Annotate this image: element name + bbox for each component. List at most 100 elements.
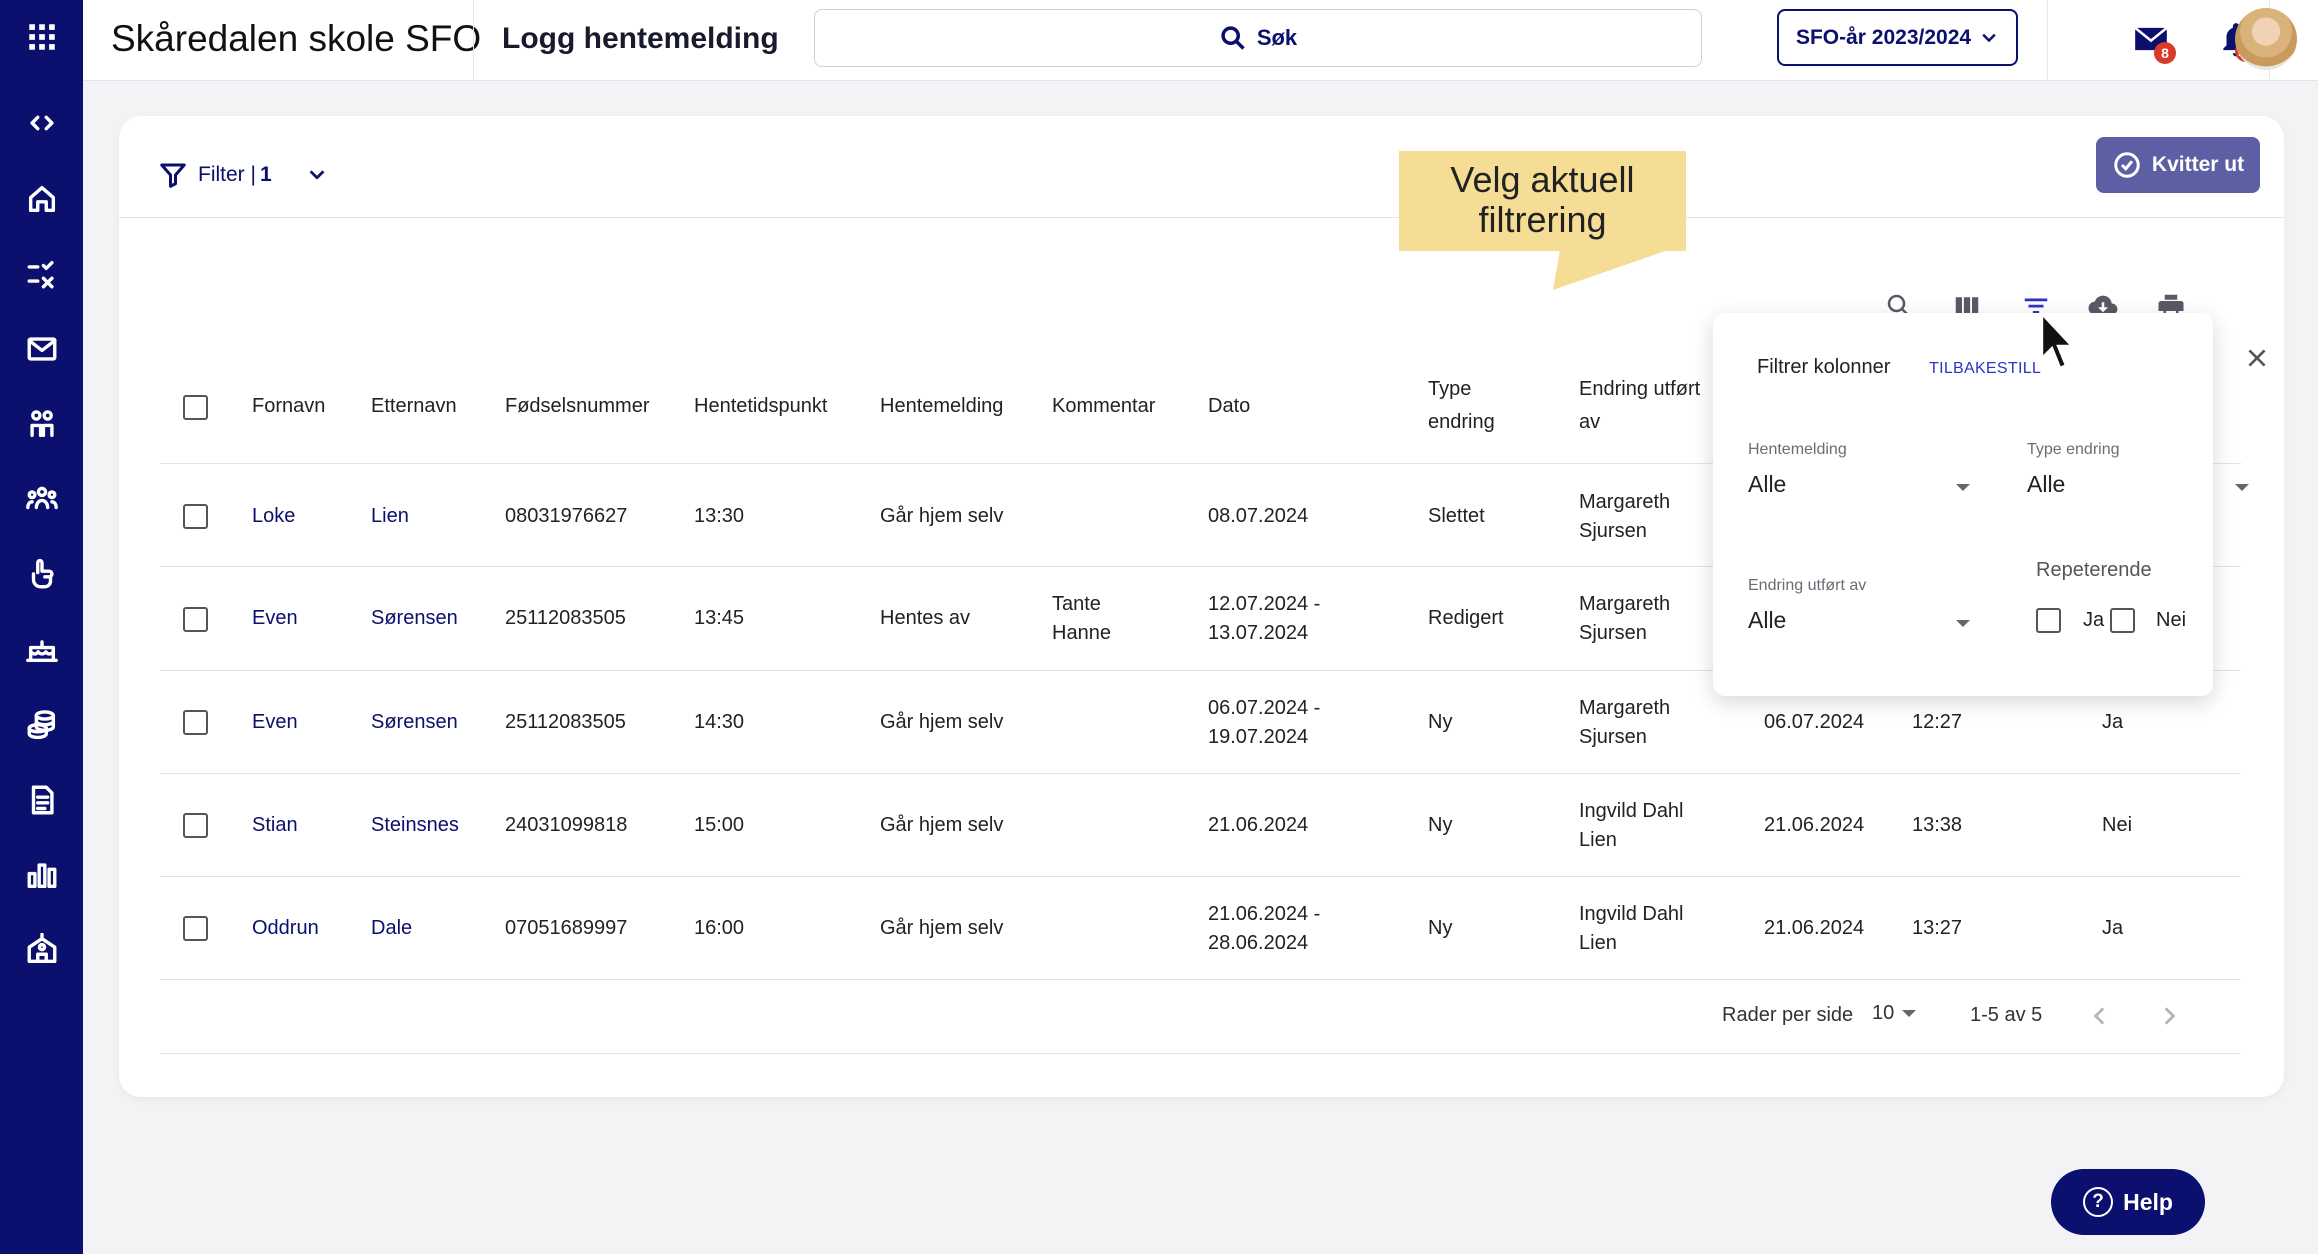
col-header-kommentar[interactable]: Kommentar bbox=[1052, 392, 1155, 421]
type-endring-filter-label: Type endring bbox=[2027, 441, 2120, 458]
avatar[interactable] bbox=[2235, 8, 2297, 70]
bar-chart-icon[interactable] bbox=[0, 850, 83, 900]
col-header-fodselsnummer[interactable]: Fødselsnummer bbox=[505, 392, 649, 421]
cell-hentemelding: Går hjem selv bbox=[880, 917, 1004, 939]
row-checkbox[interactable] bbox=[183, 916, 208, 941]
kvitter-ut-button[interactable]: Kvitter ut bbox=[2096, 137, 2260, 193]
cake-icon[interactable] bbox=[0, 624, 83, 674]
cell-type-endring: Ny bbox=[1428, 917, 1453, 939]
endring-utfort-filter-select[interactable]: Alle bbox=[1748, 607, 1786, 634]
mail-icon[interactable] bbox=[0, 324, 83, 374]
row-divider bbox=[160, 876, 2241, 877]
row-checkbox[interactable] bbox=[183, 607, 208, 632]
search-input[interactable]: Søk bbox=[814, 9, 1702, 67]
col-header-type-endring[interactable]: Type endring bbox=[1428, 375, 1495, 437]
cell-fornavn[interactable]: Even bbox=[252, 604, 298, 633]
apps-grid-icon[interactable] bbox=[0, 12, 83, 62]
year-selector-label: SFO-år 2023/2024 bbox=[1795, 25, 1972, 49]
cell-hentemelding: Går hjem selv bbox=[880, 814, 1004, 836]
col-header-endring-utfort-line1: Endring utført bbox=[1579, 378, 1701, 400]
card-divider bbox=[119, 217, 2284, 218]
hand-icon[interactable] bbox=[0, 549, 83, 599]
cell-etternavn[interactable]: Sørensen bbox=[371, 604, 458, 633]
reset-filters-button[interactable]: TILBAKESTILL bbox=[1929, 360, 2041, 378]
cell-fodselsnummer: 25112083505 bbox=[505, 607, 626, 629]
mail-badge: 8 bbox=[2154, 42, 2176, 64]
col-header-hentetidspunkt[interactable]: Hentetidspunkt bbox=[694, 392, 827, 421]
row-divider bbox=[160, 979, 2241, 980]
filter-count: 1 bbox=[259, 163, 272, 186]
cell-kommentar-line1: Tante bbox=[1052, 593, 1101, 615]
cell-etternavn[interactable]: Sørensen bbox=[371, 708, 458, 737]
check-circle-icon bbox=[2114, 152, 2140, 178]
filter-toggle[interactable]: Filter | 1 bbox=[158, 150, 328, 200]
col-header-hentemelding[interactable]: Hentemelding bbox=[880, 392, 1003, 421]
cell-endring-utfort: Margareth Sjursen bbox=[1579, 488, 1670, 546]
cell-etternavn[interactable]: Lien bbox=[371, 502, 409, 531]
select-all-checkbox[interactable] bbox=[183, 395, 208, 420]
cell-type-endring: Ny bbox=[1428, 711, 1453, 733]
funnel-icon bbox=[160, 163, 186, 188]
school-icon[interactable] bbox=[0, 925, 83, 975]
help-label: Help bbox=[2123, 1188, 2173, 1215]
cell-fornavn[interactable]: Stian bbox=[252, 811, 298, 840]
coins-icon[interactable] bbox=[0, 699, 83, 749]
code-arrows-icon[interactable] bbox=[0, 98, 83, 148]
cell-kommentar-line2: Hanne bbox=[1052, 622, 1111, 644]
search-icon bbox=[1221, 26, 1245, 50]
cell-etternavn[interactable]: Dale bbox=[371, 914, 412, 943]
hentemelding-filter-select[interactable]: Alle bbox=[1748, 471, 1786, 498]
repeterende-nei-checkbox[interactable] bbox=[2110, 608, 2135, 633]
cell-endring-utfort-line1: Margareth bbox=[1579, 593, 1671, 615]
cell-dato-line2: 13.07.2024 bbox=[1208, 622, 1309, 644]
cell-endring-utfort: Margareth Sjursen bbox=[1579, 694, 1670, 752]
caret-down-icon bbox=[1956, 620, 1970, 627]
cell-endret-dato: 21.06.2024 bbox=[1764, 917, 1865, 939]
rows-per-page-select[interactable]: 10 bbox=[1872, 1002, 1917, 1025]
home-icon[interactable] bbox=[0, 174, 83, 224]
document-icon[interactable] bbox=[0, 775, 83, 825]
hentemelding-filter-label: Hentemelding bbox=[1748, 441, 1847, 458]
mail-button[interactable]: 8 bbox=[2132, 20, 2176, 64]
cell-endring-utfort-line2: Sjursen bbox=[1579, 520, 1647, 542]
cell-type-endring: Redigert bbox=[1428, 607, 1504, 629]
help-button[interactable]: ? Help bbox=[2051, 1169, 2205, 1235]
cell-fornavn[interactable]: Even bbox=[252, 708, 298, 737]
cell-endring-utfort-line1: Margareth bbox=[1579, 697, 1671, 719]
col-header-endring-utfort[interactable]: Endring utført av bbox=[1579, 375, 1700, 437]
checklist-icon[interactable] bbox=[0, 249, 83, 299]
cell-dato: 08.07.2024 bbox=[1208, 505, 1309, 527]
cell-hentetidspunkt: 13:45 bbox=[694, 607, 745, 629]
pagination-range: 1-5 av 5 bbox=[1970, 1004, 2043, 1026]
repeterende-ja-checkbox[interactable] bbox=[2036, 608, 2061, 633]
cell-dato-line2: 19.07.2024 bbox=[1208, 726, 1309, 748]
cell-repeterende: Nei bbox=[2102, 814, 2133, 836]
cell-endring-utfort: Margareth Sjursen bbox=[1579, 590, 1670, 648]
prev-page-button[interactable] bbox=[2087, 1003, 2113, 1029]
cell-endring-utfort-line2: Lien bbox=[1579, 829, 1617, 851]
cell-etternavn[interactable]: Steinsnes bbox=[371, 811, 459, 840]
cell-fornavn[interactable]: Oddrun bbox=[252, 914, 319, 943]
groups-icon[interactable] bbox=[0, 399, 83, 449]
cell-endret-tid: 13:38 bbox=[1912, 814, 1963, 836]
col-header-etternavn[interactable]: Etternavn bbox=[371, 392, 457, 421]
type-endring-filter-select[interactable]: Alle bbox=[2027, 471, 2065, 498]
caret-down-icon bbox=[1956, 484, 1970, 491]
close-panel-button[interactable] bbox=[2242, 343, 2272, 373]
row-checkbox[interactable] bbox=[183, 710, 208, 735]
row-checkbox[interactable] bbox=[183, 813, 208, 838]
filter-panel-title: Filtrer kolonner bbox=[1757, 356, 1891, 378]
cell-fornavn[interactable]: Loke bbox=[252, 502, 295, 531]
col-header-type-endring-line2: endring bbox=[1428, 411, 1495, 433]
people-icon[interactable] bbox=[0, 474, 83, 524]
cell-dato: 21.06.2024 bbox=[1208, 814, 1309, 836]
col-header-dato[interactable]: Dato bbox=[1208, 392, 1250, 421]
cell-hentetidspunkt: 15:00 bbox=[694, 814, 745, 836]
row-checkbox[interactable] bbox=[183, 504, 208, 529]
cell-endring-utfort-line2: Lien bbox=[1579, 932, 1617, 954]
next-page-button[interactable] bbox=[2156, 1003, 2182, 1029]
year-selector[interactable]: SFO-år 2023/2024 bbox=[1777, 9, 2018, 66]
cell-endring-utfort: Ingvild Dahl Lien bbox=[1579, 900, 1684, 958]
cell-dato: 12.07.2024 - 13.07.2024 bbox=[1208, 590, 1320, 648]
col-header-fornavn[interactable]: Fornavn bbox=[252, 392, 325, 421]
